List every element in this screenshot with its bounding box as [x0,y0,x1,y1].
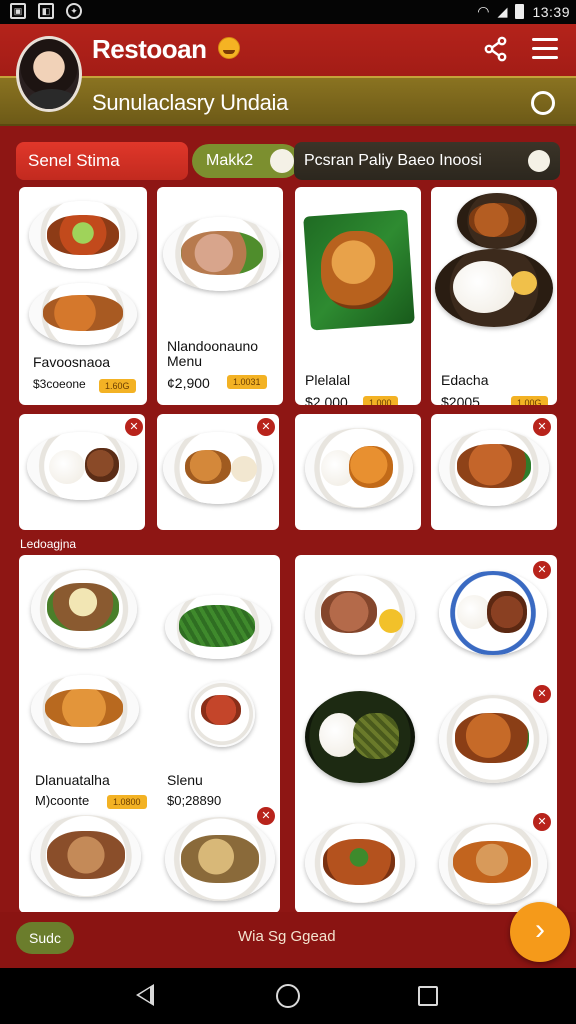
subheader: Sunulaclasry Undaia [0,76,576,126]
tab-secondary-label: Makk2 [206,152,254,169]
android-nav-bar [0,968,576,1024]
status-circle-button[interactable] [531,91,555,115]
menu-item-title: Favoosnaoa [33,354,111,370]
tab-secondary[interactable]: Makk2 [192,144,300,178]
chevron-right-icon: › [535,913,545,946]
menu-group-card[interactable]: Dlanuatalha M)coonte 1.0800 Slenu $0;288… [19,555,280,913]
menu-icon [532,38,558,41]
wifi-icon: ◠ [477,3,490,19]
emoji-icon [218,37,240,59]
gallery-icon: ▣ [10,3,26,19]
price-badge: 1.000 [363,396,398,405]
dish-image [31,815,141,897]
dish-image [305,691,415,783]
dish-thumbnail-icon [528,150,550,172]
menu-card[interactable]: Plelalal $2,000 1.000 [295,187,421,405]
tab-tertiary-label: Pcsran Paliy Baeo Inoosi [304,152,482,169]
dish-image [163,217,279,291]
dish-image [165,817,275,901]
dish-thumbnail-icon [270,149,294,173]
tab-tertiary[interactable]: Pcsran Paliy Baeo Inoosi [294,142,560,180]
category-tabs: Senel Stima Makk2 Pcsran Paliy Baeo Inoo… [16,142,560,180]
price-badge: 1.0800 [107,795,147,809]
app-screen: Restooan Sunulaclasry Undaia Senel Stima… [0,24,576,968]
remove-button[interactable]: ✕ [257,807,275,825]
menu-item-title: Dlanuatalha [35,772,110,788]
dish-image [439,695,547,783]
status-bar: ▣ ◧ ✦ ◠ ◢ 13:39 [0,0,576,24]
remove-button[interactable]: ✕ [533,813,551,831]
dish-image [29,283,137,345]
dish-image [31,675,139,743]
dish-image [457,193,537,249]
subheader-title: Sunulaclasry Undaia [92,90,289,115]
recents-icon[interactable] [418,986,438,1006]
app-title: Restooan [92,34,207,64]
menu-card[interactable]: Edacha $2005 1.00G [431,187,557,405]
dish-image [305,823,415,903]
remove-button[interactable]: ✕ [125,418,143,436]
menu-item-price: $0;28890 [167,793,222,808]
price-badge: 1.0031 [227,375,267,389]
home-icon[interactable] [276,984,300,1008]
section-label: Ledoagjna [20,537,77,551]
menu-item-price: ¢2,900 [167,375,210,391]
menu-card[interactable]: Favoosnaoa $3coeone 1.60G [19,187,147,405]
dish-image [321,231,393,309]
remove-button[interactable]: ✕ [257,418,275,436]
dish-image [31,569,137,649]
dish-image [189,681,255,747]
avatar[interactable] [16,36,82,112]
share-icon [484,36,507,62]
menu-item-title: Nlandoonauno Menu [167,338,259,369]
signal-icon: ◢ [497,3,508,19]
price-badge: 1.60G [99,379,136,393]
back-icon[interactable] [136,984,154,1006]
dish-image [305,428,413,508]
dish-image [439,823,547,905]
bottom-bar: Sudc Wia Sg Ggead [0,912,576,968]
menu-item-price: $3coeone [33,377,86,391]
menu-group-card[interactable]: ✕ ✕ ✕ [295,555,557,913]
clock: 13:39 [532,3,570,20]
dish-image [305,575,415,655]
menu-card[interactable]: Nlandoonauno Menu ¢2,900 1.0031 [157,187,283,405]
game-icon: ✦ [66,3,82,19]
dish-image [165,595,271,659]
menu-card[interactable]: ✕ [431,414,557,530]
menu-item-title: Edacha [441,372,489,388]
menu-item-title: Slenu [167,772,203,788]
dish-image [163,432,273,504]
bottom-center-text[interactable]: Wia Sg Ggead [238,928,336,945]
notification-icon: ◧ [38,3,54,19]
menu-card[interactable]: ✕ [157,414,279,530]
dish-image [435,249,553,327]
battery-icon [515,4,525,19]
dish-image [27,432,137,500]
share-button[interactable] [482,36,510,64]
menu-item-title: Plelalal [305,372,351,388]
next-fab-button[interactable]: › [510,902,570,962]
menu-item-price: $2,000 [305,394,348,405]
dish-image [29,201,137,269]
remove-button[interactable]: ✕ [533,561,551,579]
remove-button[interactable]: ✕ [533,418,551,436]
price-badge: 1.00G [511,396,548,405]
remove-button[interactable]: ✕ [533,685,551,703]
app-header: Restooan [0,24,576,76]
menu-card[interactable] [295,414,421,530]
tab-primary[interactable]: Senel Stima [16,142,188,180]
sub-button[interactable]: Sudc [16,922,74,954]
dish-image [439,430,549,506]
menu-item-price: $2005 [441,394,480,405]
menu-item-price: M)coonte [35,793,90,808]
dish-image [439,571,547,655]
menu-card[interactable]: ✕ [19,414,145,530]
menu-button[interactable] [532,38,558,62]
